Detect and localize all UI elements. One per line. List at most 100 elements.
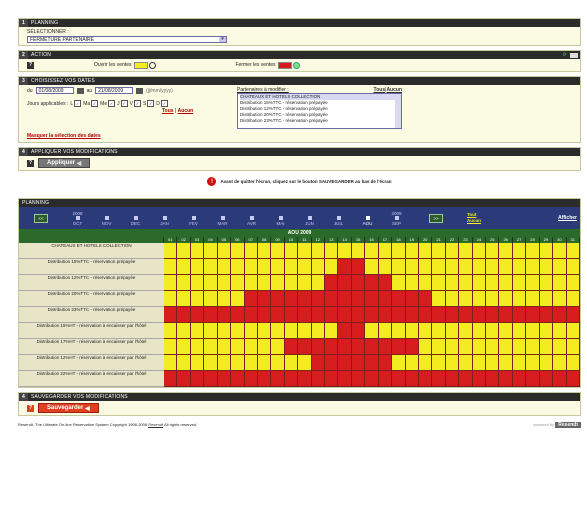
availability-cell[interactable]: [311, 371, 326, 387]
month-item[interactable]: MAR: [208, 211, 237, 226]
help-icon[interactable]: ?: [27, 159, 34, 167]
availability-cell[interactable]: [472, 307, 487, 323]
calendar-icon[interactable]: [76, 87, 84, 94]
availability-cell[interactable]: [472, 291, 487, 307]
availability-cell[interactable]: [271, 243, 285, 259]
help-icon[interactable]: ?: [27, 404, 34, 412]
availability-cell[interactable]: [217, 259, 232, 275]
availability-cell[interactable]: [378, 355, 393, 371]
availability-cell[interactable]: [217, 339, 232, 355]
availability-cell[interactable]: [526, 259, 540, 275]
availability-cell[interactable]: [405, 259, 419, 275]
availability-cell[interactable]: [405, 291, 419, 307]
month-item[interactable]: JUIL: [324, 211, 353, 226]
availability-cell[interactable]: [257, 291, 272, 307]
month-checkbox[interactable]: [220, 215, 225, 220]
availability-cell[interactable]: [217, 275, 232, 291]
availability-cell[interactable]: [311, 355, 326, 371]
availability-cell[interactable]: [365, 259, 379, 275]
month-checkbox[interactable]: [365, 215, 370, 220]
availability-cell[interactable]: [204, 371, 218, 387]
date-from-input[interactable]: 01/08/2009: [35, 87, 74, 94]
month-item[interactable]: MAI: [266, 211, 295, 226]
availability-cell[interactable]: [351, 339, 366, 355]
month-item[interactable]: 2009 SEP: [382, 211, 411, 226]
availability-cell[interactable]: [311, 275, 326, 291]
availability-cell[interactable]: [512, 339, 527, 355]
availability-cell[interactable]: [298, 371, 312, 387]
availability-cell[interactable]: [566, 371, 580, 387]
availability-cell[interactable]: [499, 259, 513, 275]
availability-cell[interactable]: [432, 355, 446, 371]
month-checkbox[interactable]: [307, 215, 312, 220]
availability-cell[interactable]: [418, 339, 433, 355]
availability-cell[interactable]: [311, 243, 326, 259]
availability-cell[interactable]: [553, 259, 567, 275]
availability-cell[interactable]: [217, 371, 232, 387]
availability-cell[interactable]: [365, 339, 379, 355]
availability-cell[interactable]: [566, 275, 580, 291]
availability-cell[interactable]: [311, 259, 326, 275]
availability-cell[interactable]: [499, 323, 513, 339]
availability-cell[interactable]: [190, 291, 205, 307]
availability-cell[interactable]: [244, 291, 258, 307]
close-sales-radio[interactable]: [292, 61, 300, 69]
availability-cell[interactable]: [204, 259, 218, 275]
partner-list-item[interactable]: Distribution 23%TTC - réservation prépay…: [240, 118, 401, 124]
availability-cell[interactable]: [204, 291, 218, 307]
availability-cell[interactable]: [244, 371, 258, 387]
hide-dates-link[interactable]: Masquer la sélection des dates: [27, 133, 101, 139]
availability-cell[interactable]: [204, 339, 218, 355]
availability-cell[interactable]: [486, 371, 500, 387]
availability-cell[interactable]: [177, 371, 191, 387]
month-item[interactable]: JUN: [295, 211, 324, 226]
availability-cell[interactable]: [231, 371, 245, 387]
availability-cell[interactable]: [311, 323, 326, 339]
availability-cell[interactable]: [392, 323, 406, 339]
availability-cell[interactable]: [271, 259, 285, 275]
availability-cell[interactable]: [351, 323, 366, 339]
scrollbar[interactable]: [395, 94, 401, 128]
availability-cell[interactable]: [244, 339, 258, 355]
availability-cell[interactable]: [284, 339, 299, 355]
availability-cell[interactable]: [338, 259, 352, 275]
availability-cell[interactable]: [338, 243, 352, 259]
availability-cell[interactable]: [445, 275, 460, 291]
availability-cell[interactable]: [257, 323, 272, 339]
availability-cell[interactable]: [204, 243, 218, 259]
availability-cell[interactable]: [378, 243, 393, 259]
availability-cell[interactable]: [190, 243, 205, 259]
availability-cell[interactable]: [405, 243, 419, 259]
availability-cell[interactable]: [338, 275, 352, 291]
apply-button[interactable]: Appliquer ◀: [38, 158, 91, 168]
availability-cell[interactable]: [164, 339, 178, 355]
availability-cell[interactable]: [204, 275, 218, 291]
availability-cell[interactable]: [298, 323, 312, 339]
availability-cell[interactable]: [486, 243, 500, 259]
availability-cell[interactable]: [231, 259, 245, 275]
availability-cell[interactable]: [244, 323, 258, 339]
open-sales-radio[interactable]: [148, 61, 156, 69]
availability-cell[interactable]: [472, 323, 487, 339]
availability-cell[interactable]: [432, 291, 446, 307]
availability-cell[interactable]: [499, 243, 513, 259]
availability-cell[interactable]: [298, 291, 312, 307]
availability-cell[interactable]: [271, 371, 285, 387]
availability-cell[interactable]: [472, 259, 487, 275]
month-checkbox[interactable]: [75, 215, 80, 220]
month-item[interactable]: NOV: [92, 211, 121, 226]
availability-cell[interactable]: [190, 371, 205, 387]
availability-cell[interactable]: [512, 355, 527, 371]
availability-cell[interactable]: [405, 323, 419, 339]
availability-cell[interactable]: [432, 323, 446, 339]
availability-cell[interactable]: [418, 307, 433, 323]
availability-cell[interactable]: [553, 339, 567, 355]
availability-cell[interactable]: [164, 259, 178, 275]
availability-cell[interactable]: [418, 291, 433, 307]
availability-cell[interactable]: [445, 243, 460, 259]
availability-cell[interactable]: [553, 371, 567, 387]
availability-cell[interactable]: [566, 291, 580, 307]
availability-cell[interactable]: [231, 339, 245, 355]
availability-cell[interactable]: [459, 243, 473, 259]
availability-cell[interactable]: [257, 275, 272, 291]
